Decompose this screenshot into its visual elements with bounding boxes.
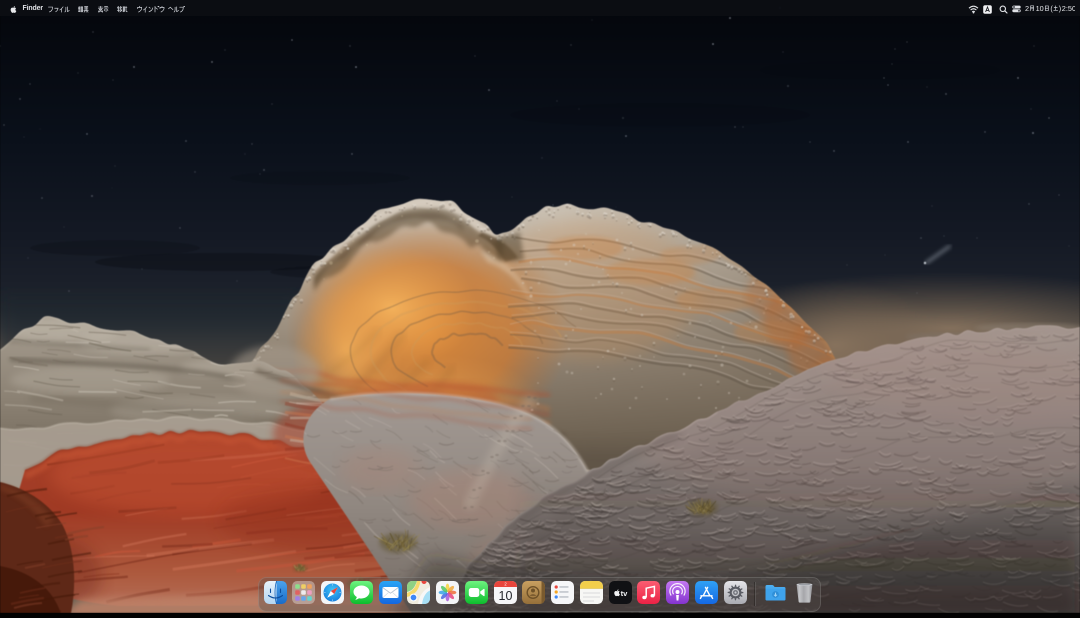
svg-text:10: 10 (1035, 4, 1043, 13)
svg-text:2: 2 (1025, 4, 1029, 13)
svg-text:10: 10 (498, 589, 512, 603)
svg-text:2:50: 2:50 (1061, 4, 1074, 13)
svg-text:(: ( (1050, 4, 1053, 13)
svg-text:tv: tv (620, 589, 628, 598)
